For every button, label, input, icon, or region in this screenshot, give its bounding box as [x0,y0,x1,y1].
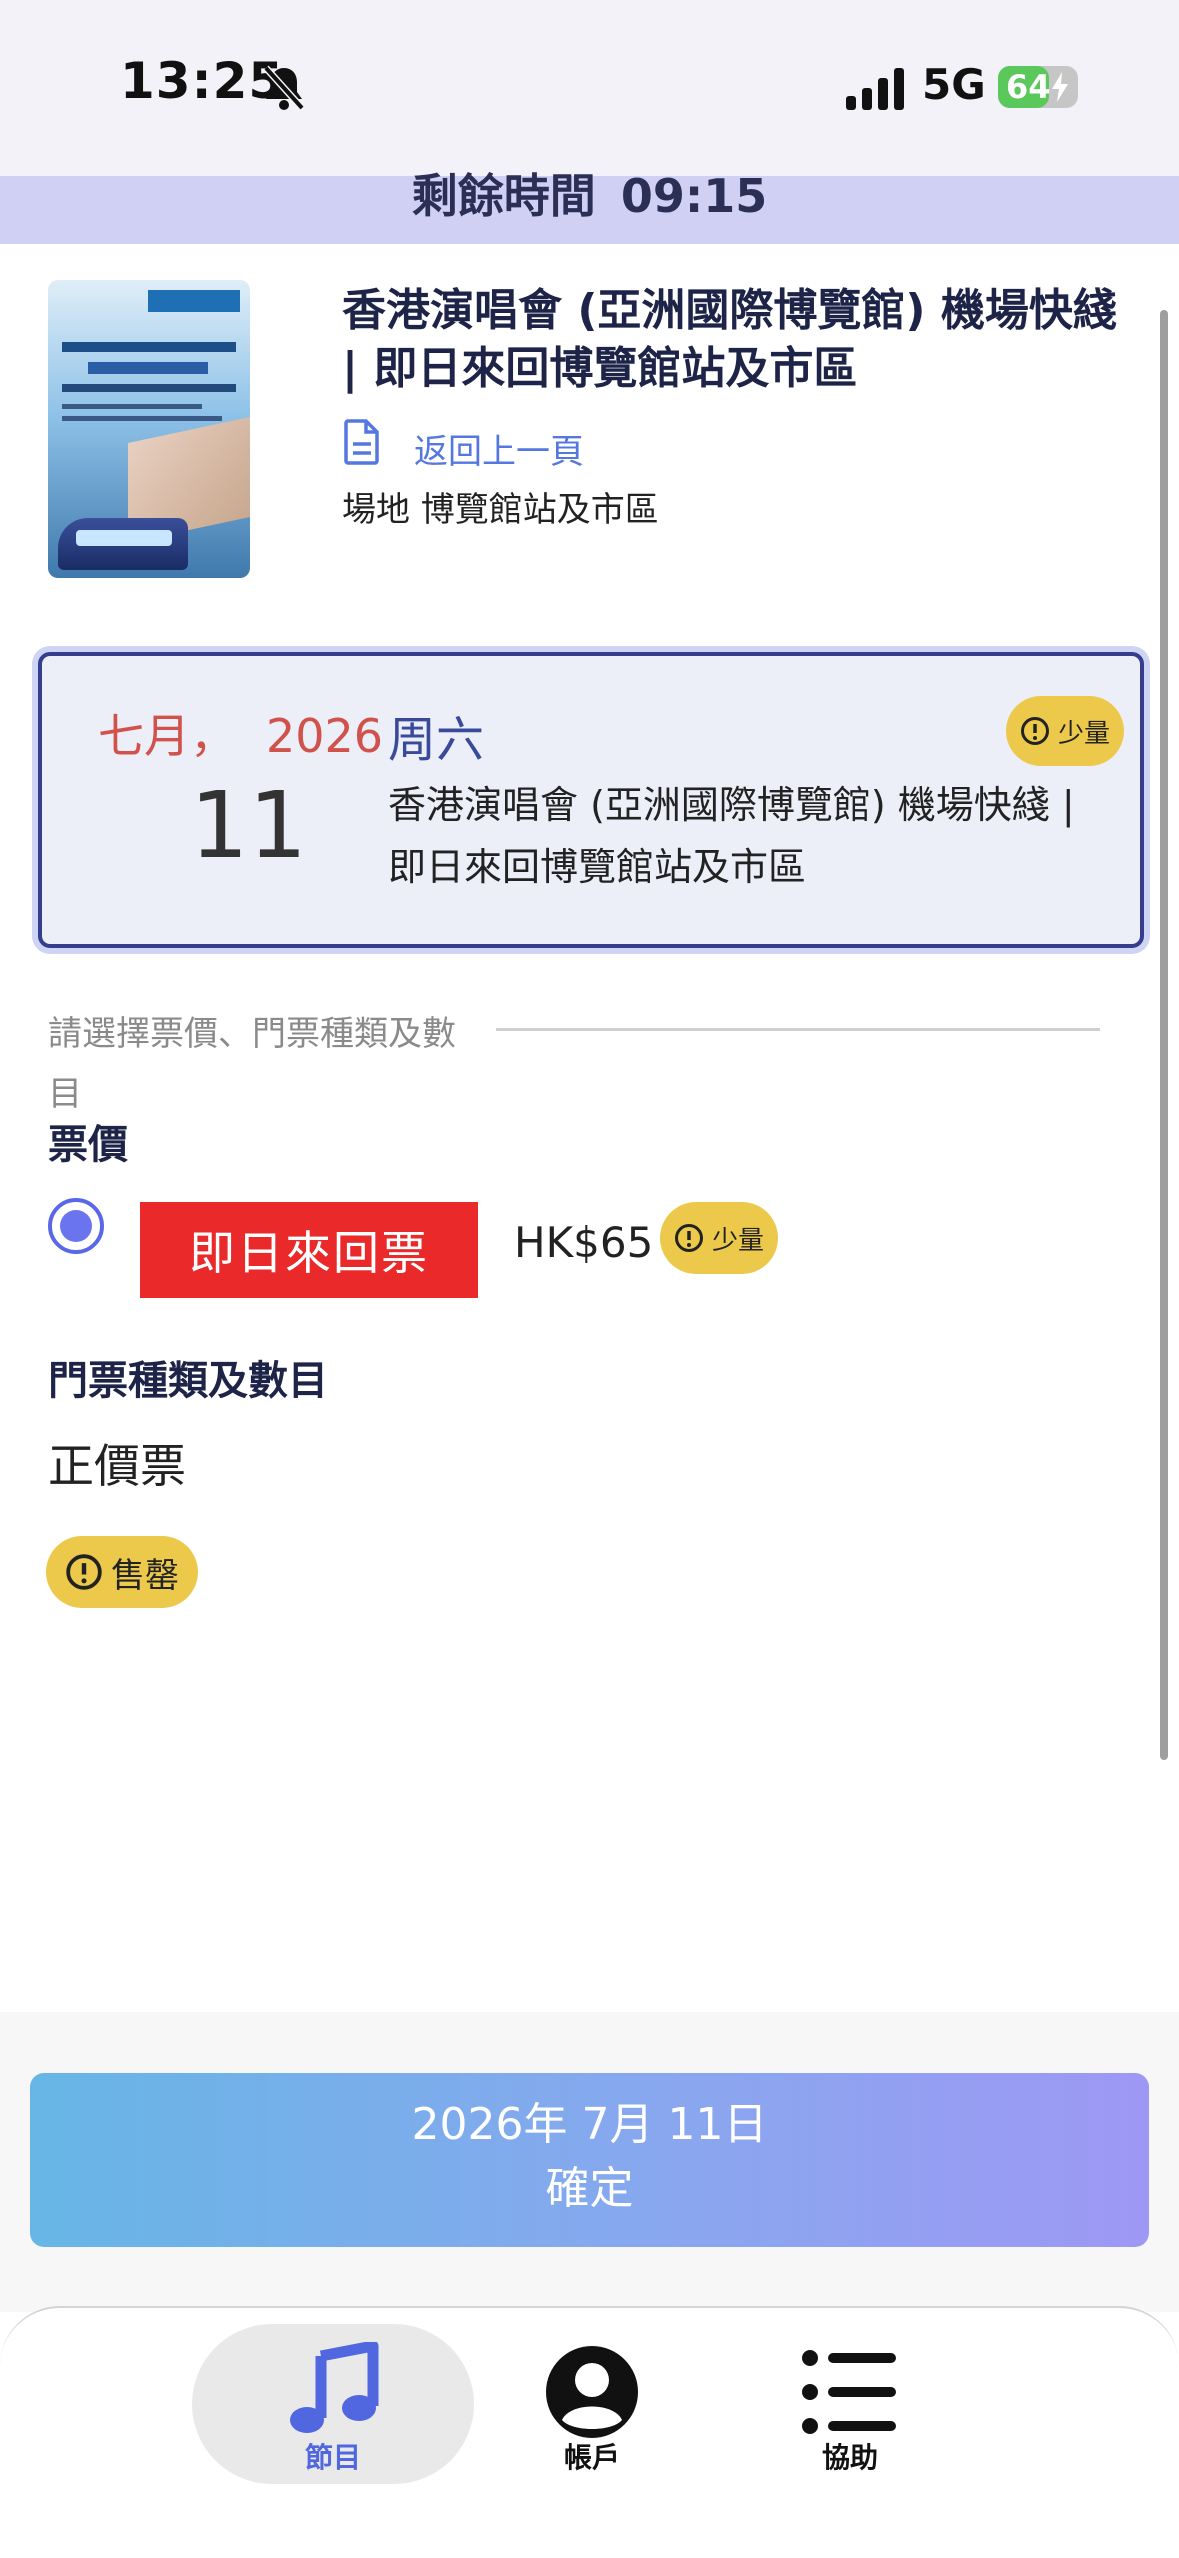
music-note-icon [290,2342,379,2433]
remaining-time-value: 09:15 [620,169,768,223]
remaining-time-label: 剩餘時間 [411,169,596,223]
ticket-price: HK$65 [514,1218,654,1267]
price-limited-badge: 少量 [660,1202,778,1274]
event-poster [48,280,250,578]
confirm-label: 確定 [545,2163,634,2214]
bell-off-icon [263,65,305,111]
tab-programs-label: 節目 [304,2441,361,2474]
document-icon [344,419,379,465]
month: 七月， [98,709,236,763]
tab-programs[interactable]: 節目 [192,2328,474,2488]
price-limited-badge-label: 少量 [711,1225,764,1256]
radio-selected-dot [60,1210,92,1242]
confirm-date: 2026年 7月 11日 [411,2099,768,2150]
date-card[interactable]: 七月， 2026 周六 11 香港演唱會 (亞洲國際博覽館) 機場快綫 | 即日來… [38,652,1144,948]
tab-account[interactable]: 帳戶 [492,2328,692,2488]
tab-help-label: 協助 [821,2441,878,2474]
alert-icon [66,1554,102,1590]
list-icon [802,2350,896,2434]
ticket-types-heading: 門票種類及數目 [48,1358,328,1404]
account-icon [546,2346,638,2438]
airport-express-logo [148,290,240,312]
remaining-time-bar: 剩餘時間 09:15 [0,173,1179,244]
charging-bolt-icon [1052,72,1068,102]
network-type: 5G [922,60,986,109]
battery-level: 64 [1006,68,1051,106]
status-time: 13:25 [120,52,285,110]
scrollbar[interactable] [1160,310,1168,1760]
back-link-label: 返回上一頁 [414,432,584,472]
day-number: 11 [190,772,308,879]
limited-badge: 少量 [1006,696,1124,766]
divider [496,1028,1100,1031]
weekday: 周六 [388,712,485,768]
regular-ticket-label: 正價票 [48,1439,186,1493]
limited-badge-label: 少量 [1057,718,1110,749]
venue-text: 場地 博覽館站及市區 [342,490,659,530]
price-radio[interactable] [48,1198,104,1254]
alert-icon [1020,717,1049,745]
confirm-button[interactable]: 2026年 7月 11日 確定 [30,2073,1149,2247]
signal-icon [846,68,904,110]
tab-account-label: 帳戶 [563,2441,620,2474]
same-day-return-ticket-button[interactable]: 即日來回票 [140,1202,478,1298]
year: 2026 [266,709,384,763]
status-bar: 13:25 5G 64 [0,0,1179,176]
date-card-title: 香港演唱會 (亞洲國際博覽館) 機場快綫 | 即日來回博覽館站及市區 [388,783,1075,889]
tab-bar: 節目 帳戶 協助 [0,2306,1179,2558]
sold-out-badge: 售罄 [46,1536,198,1608]
sold-out-label: 售罄 [111,1555,179,1596]
alert-icon [674,1224,703,1252]
selection-instruction: 請選擇票價、門票種類及數目 [48,1014,456,1114]
month-year: 七月， 2026 [98,700,383,766]
price-heading: 票價 [48,1122,128,1168]
tab-help[interactable]: 協助 [750,2328,950,2488]
event-title: 香港演唱會 (亞洲國際博覽館) 機場快綫 | 即日來回博覽館站及市區 [342,285,1117,394]
battery-icon: 64 [998,66,1078,108]
